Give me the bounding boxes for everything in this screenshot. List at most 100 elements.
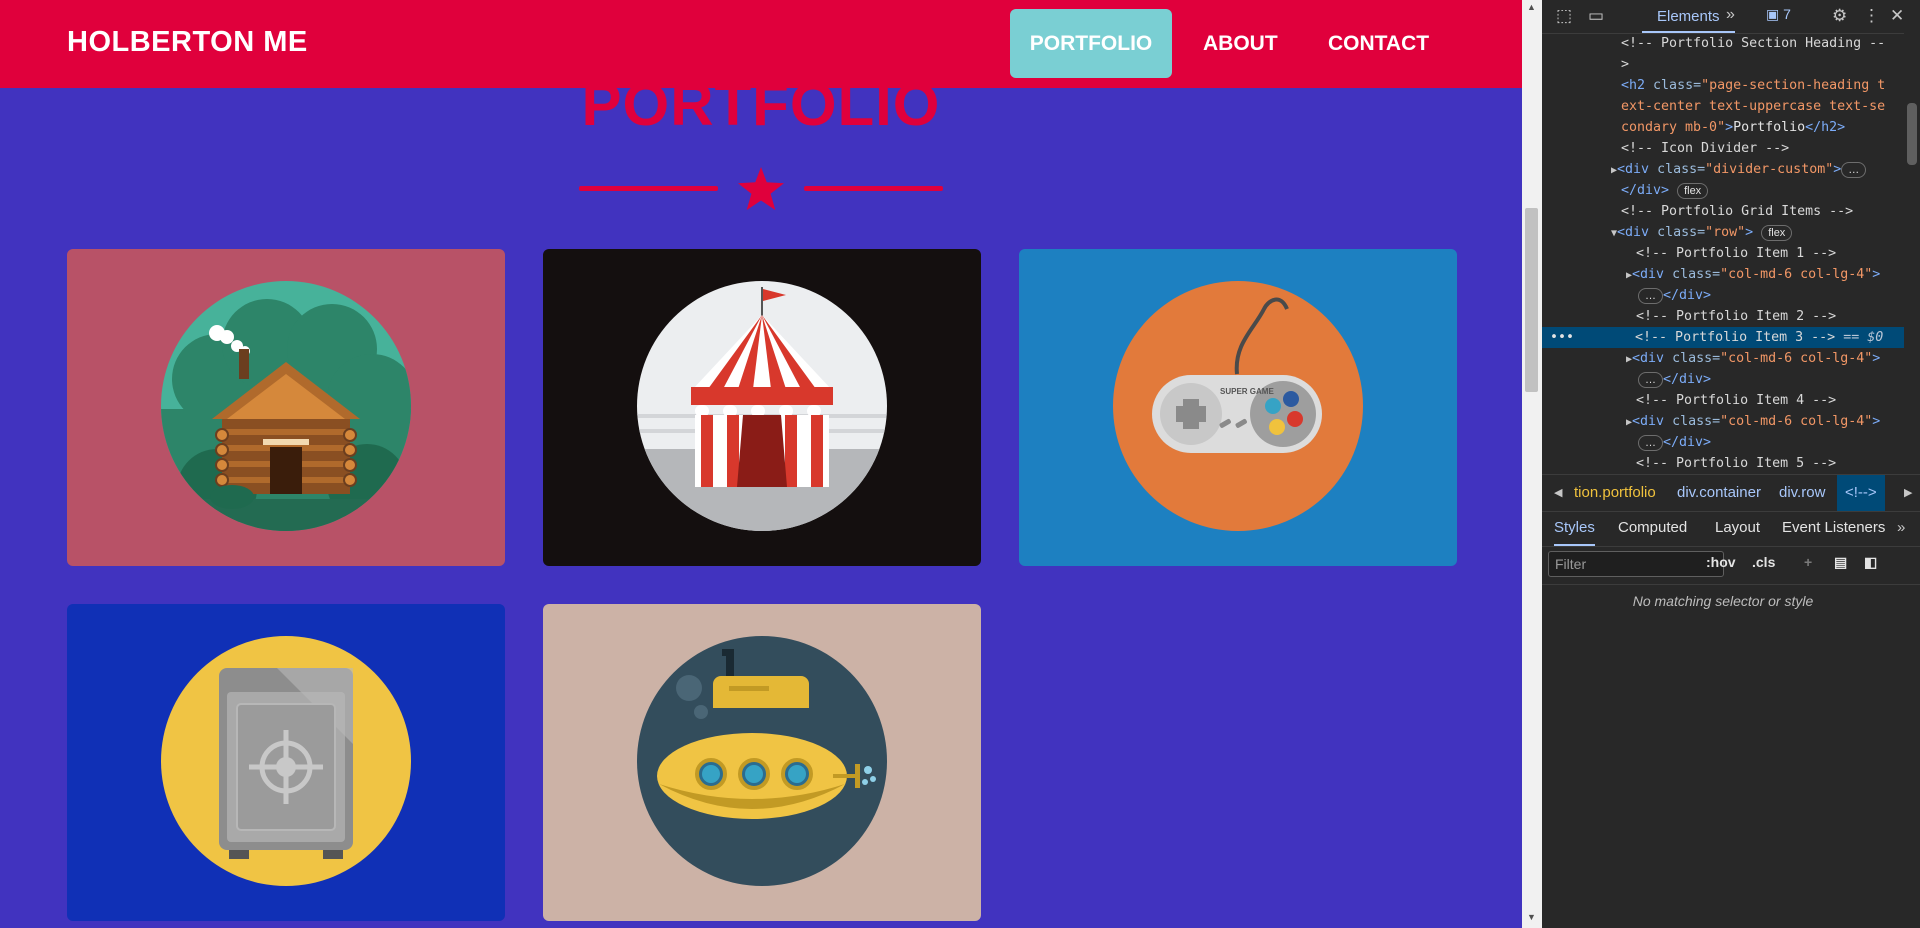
- close-icon[interactable]: ✕: [1890, 6, 1904, 26]
- dom-attr-value: ext-center text-uppercase text-se: [1621, 99, 1886, 114]
- dom-attr-value: "page-section-heading t: [1701, 78, 1886, 93]
- hov-button[interactable]: :hov: [1706, 554, 1736, 570]
- dom-comment: <!-- Portfolio Item 2 -->: [1636, 309, 1837, 324]
- dom-line[interactable]: <!-- Portfolio Grid Items -->: [1542, 201, 1904, 222]
- styles-scrollbar[interactable]: [1904, 546, 1920, 928]
- dom-line[interactable]: >: [1542, 54, 1904, 75]
- dom-line[interactable]: <!-- Portfolio Item 1 -->: [1542, 243, 1904, 264]
- dom-line[interactable]: <!-- Portfolio Item 5 -->: [1542, 453, 1904, 473]
- new-rule-plus-icon[interactable]: +: [1804, 554, 1812, 570]
- dom-tree-scrollbar[interactable]: [1904, 33, 1920, 473]
- brand-logo[interactable]: HOLBERTON ME: [67, 26, 308, 59]
- dom-line[interactable]: ▶<div class="col-md-6 col-lg-4">: [1542, 264, 1904, 285]
- dom-line[interactable]: <!-- Portfolio Item 4 -->: [1542, 390, 1904, 411]
- portfolio-item-3[interactable]: SUPER GAME: [1019, 249, 1457, 566]
- nav-link-about[interactable]: ABOUT: [1183, 9, 1298, 78]
- dom-line[interactable]: … </div>: [1542, 432, 1904, 453]
- dom-comment: <!-- Portfolio Grid Items -->: [1621, 204, 1854, 219]
- portfolio-item-5[interactable]: [543, 604, 981, 921]
- flex-badge[interactable]: flex: [1677, 183, 1709, 199]
- flex-badge[interactable]: flex: [1761, 225, 1793, 241]
- ellipsis-icon[interactable]: …: [1841, 162, 1867, 178]
- tab-computed[interactable]: Computed: [1618, 510, 1687, 546]
- settings-gear-icon[interactable]: ⚙: [1832, 6, 1847, 26]
- dom-line[interactable]: ▼<div class="row"> flex: [1542, 222, 1904, 243]
- dom-line-selected[interactable]: ••• <!-- Portfolio Item 3 --> == $0: [1542, 327, 1904, 348]
- ellipsis-icon[interactable]: …: [1638, 288, 1663, 304]
- tab-styles[interactable]: Styles: [1554, 510, 1595, 546]
- tab-event-listeners[interactable]: Event Listeners: [1782, 510, 1885, 546]
- safe-icon: [161, 636, 411, 886]
- more-tabs-chevron-icon[interactable]: »: [1897, 510, 1905, 546]
- breadcrumb-item[interactable]: div.row: [1779, 475, 1825, 511]
- dom-tag: <div: [1632, 351, 1665, 366]
- dom-line[interactable]: … </div>: [1542, 285, 1904, 306]
- nav-link-contact[interactable]: CONTACT: [1308, 9, 1449, 78]
- more-options-icon[interactable]: ⋮: [1863, 6, 1880, 26]
- no-match-message: No matching selector or style: [1542, 584, 1904, 611]
- expand-triangle-icon[interactable]: ▶: [1542, 354, 1632, 365]
- expand-triangle-icon[interactable]: ▶: [1542, 270, 1632, 281]
- devtools-panel: ⬚ ▭ Elements » ▣ 7 ⚙ ⋮ ✕ <!-- Portfolio …: [1542, 0, 1920, 928]
- dom-tree[interactable]: <!-- Portfolio Section Heading -- > <h2 …: [1542, 33, 1904, 473]
- dom-tag: </div>: [1663, 435, 1712, 450]
- scroll-down-arrow-icon[interactable]: ▼: [1527, 912, 1536, 922]
- dom-tree-scrollbar-thumb[interactable]: [1907, 103, 1917, 165]
- breadcrumb-item[interactable]: tion.portfolio: [1574, 475, 1656, 511]
- breadcrumb-left-arrow-icon[interactable]: ◀: [1554, 475, 1562, 511]
- cls-button[interactable]: .cls: [1752, 554, 1775, 570]
- breadcrumb-item[interactable]: div.container: [1677, 475, 1761, 511]
- paint-brush-icon[interactable]: ▤: [1834, 554, 1847, 571]
- divider-line-left: [579, 186, 718, 191]
- dom-line[interactable]: ▶<div class="col-md-6 col-lg-4">: [1542, 348, 1904, 369]
- styles-filter-input[interactable]: Filter: [1548, 551, 1724, 577]
- dom-line[interactable]: </div> flex: [1542, 180, 1904, 201]
- portfolio-item-2[interactable]: [543, 249, 981, 566]
- dom-line[interactable]: <h2 class="page-section-heading t: [1542, 75, 1904, 96]
- dom-comment: <!-- Portfolio Item 4 -->: [1636, 393, 1837, 408]
- collapse-triangle-icon[interactable]: ▼: [1542, 228, 1617, 239]
- breadcrumb-right-arrow-icon[interactable]: ▶: [1904, 475, 1912, 511]
- dom-line[interactable]: ext-center text-uppercase text-se: [1542, 96, 1904, 117]
- messages-badge[interactable]: ▣ 7: [1766, 6, 1791, 23]
- dom-line[interactable]: <!-- Icon Divider -->: [1542, 138, 1904, 159]
- more-tabs-chevron-icon[interactable]: »: [1726, 6, 1735, 24]
- row-options-icon[interactable]: •••: [1542, 330, 1574, 345]
- portfolio-item-4[interactable]: [67, 604, 505, 921]
- dom-tag: <h2: [1621, 78, 1646, 93]
- dom-tag: <div: [1632, 267, 1665, 282]
- page-scrollbar[interactable]: ▲ ▼: [1522, 0, 1542, 928]
- ellipsis-icon[interactable]: …: [1638, 435, 1663, 451]
- selected-node-marker: == $0: [1843, 330, 1884, 345]
- dom-line[interactable]: condary mb-0">Portfolio</h2>: [1542, 117, 1904, 138]
- dom-line[interactable]: … </div>: [1542, 369, 1904, 390]
- dom-line[interactable]: ▶<div class="divider-custom">…: [1542, 159, 1904, 180]
- ellipsis-icon[interactable]: …: [1638, 372, 1663, 388]
- dom-attr: class=: [1657, 225, 1706, 240]
- dom-attr: class=: [1672, 414, 1721, 429]
- scroll-up-arrow-icon[interactable]: ▲: [1527, 2, 1536, 12]
- portfolio-item-1[interactable]: [67, 249, 505, 566]
- dom-comment: >: [1621, 57, 1630, 72]
- dom-attr-value: "col-md-6 col-lg-4": [1720, 267, 1873, 282]
- dom-line[interactable]: ▶<div class="col-md-6 col-lg-4">: [1542, 411, 1904, 432]
- dom-line[interactable]: <!-- Portfolio Section Heading --: [1542, 33, 1904, 54]
- breadcrumb-item-active[interactable]: <!-->: [1837, 475, 1885, 511]
- toggle-sidebar-icon[interactable]: ◧: [1864, 554, 1877, 571]
- nav-link-portfolio[interactable]: PORTFOLIO: [1010, 9, 1172, 78]
- divider-line-right: [804, 186, 943, 191]
- expand-triangle-icon[interactable]: ▶: [1542, 165, 1617, 176]
- device-toggle-icon[interactable]: ▭: [1588, 6, 1604, 26]
- page-scrollbar-thumb[interactable]: [1525, 208, 1538, 392]
- dom-attr-value: "row": [1705, 225, 1746, 240]
- dom-tag: <div: [1632, 414, 1665, 429]
- expand-triangle-icon[interactable]: ▶: [1542, 417, 1632, 428]
- navbar: HOLBERTON ME PORTFOLIO ABOUT CONTACT: [0, 0, 1522, 88]
- dom-attr: class=: [1672, 267, 1721, 282]
- inspect-element-icon[interactable]: ⬚: [1556, 6, 1572, 26]
- dom-tag: </div>: [1663, 372, 1712, 387]
- dom-line[interactable]: <!-- Portfolio Item 2 -->: [1542, 306, 1904, 327]
- dom-attr-value: "col-md-6 col-lg-4": [1720, 414, 1873, 429]
- tab-layout[interactable]: Layout: [1715, 510, 1760, 546]
- tab-elements[interactable]: Elements: [1642, 0, 1735, 33]
